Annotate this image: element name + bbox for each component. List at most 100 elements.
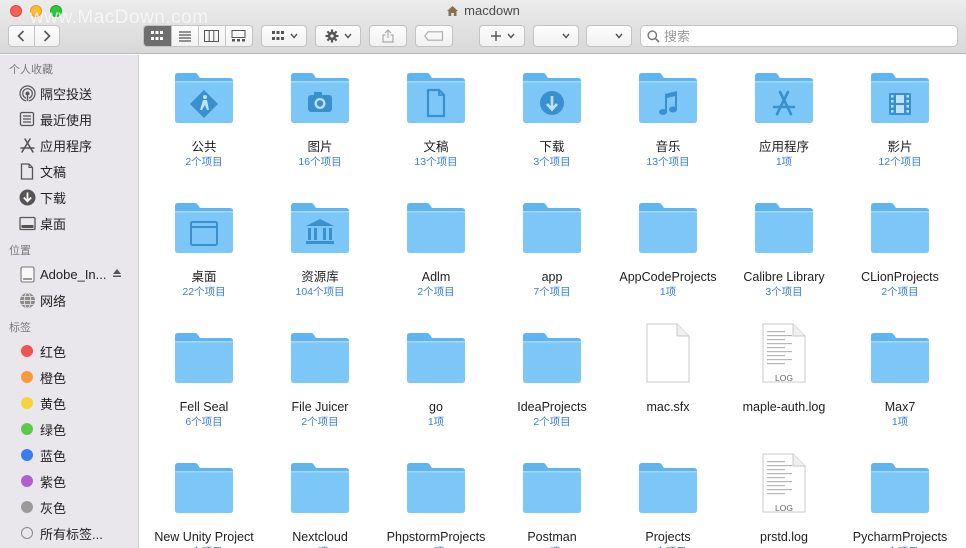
- folder-icon: [405, 198, 467, 259]
- action-menu-button[interactable]: [315, 25, 361, 47]
- forward-button[interactable]: [33, 26, 59, 46]
- folder-icon: [173, 198, 235, 259]
- new-item-button[interactable]: [479, 25, 525, 47]
- folder-item[interactable]: AppCodeProjects 1项: [610, 197, 726, 299]
- sidebar-item-applications[interactable]: 应用程序: [0, 132, 138, 158]
- folder-item[interactable]: PycharmProjects2个项目: [842, 457, 958, 548]
- list-view-button[interactable]: [170, 26, 198, 46]
- eject-icon[interactable]: [112, 268, 122, 281]
- item-name: 资源库: [301, 270, 339, 284]
- item-name: PhpstormProjects: [386, 530, 486, 544]
- item-name: Postman: [527, 530, 577, 544]
- folder-item[interactable]: Nextcloud1项: [262, 457, 378, 548]
- sidebar-item-label: 文稿: [40, 164, 67, 180]
- back-button[interactable]: [9, 26, 34, 46]
- edit-tags-button[interactable]: [415, 25, 453, 47]
- item-count: 1项: [659, 286, 677, 298]
- sidebar-tag-item[interactable]: 黄色: [0, 390, 138, 416]
- item-count: 2个项目: [533, 416, 571, 428]
- network-icon: [18, 291, 36, 309]
- folder-item[interactable]: 应用程序 1项: [726, 67, 842, 169]
- folder-item[interactable]: 资源库 104个项目: [262, 197, 378, 299]
- chevron-left-icon: [17, 30, 25, 42]
- folder-item[interactable]: Max7 1项: [842, 327, 958, 429]
- search-field[interactable]: [640, 25, 958, 47]
- chevron-down-icon: [615, 33, 623, 39]
- file-item[interactable]: LOG prstd.log: [726, 453, 842, 545]
- folder-item[interactable]: 公共 2个项目: [146, 67, 262, 169]
- sidebar-item-network[interactable]: 网络: [0, 287, 138, 313]
- icon-view-button[interactable]: [144, 26, 171, 46]
- file-item[interactable]: LOG maple-auth.log: [726, 323, 842, 415]
- folder-item[interactable]: Calibre Library 3个项目: [726, 197, 842, 299]
- item-count: 1项: [891, 416, 909, 428]
- folder-item[interactable]: 音乐 13个项目: [610, 67, 726, 169]
- folder-item[interactable]: Projects2个项目: [610, 457, 726, 548]
- sidebar-tag-item[interactable]: 绿色: [0, 416, 138, 442]
- sidebar-item-desktop[interactable]: 桌面: [0, 210, 138, 236]
- sidebar-tag-item[interactable]: 所有标签...: [0, 520, 138, 546]
- sidebar-tag-item[interactable]: 紫色: [0, 468, 138, 494]
- item-count: 2个项目: [417, 286, 455, 298]
- extension-menu-button-1[interactable]: [533, 25, 579, 47]
- folder-icon: [521, 198, 583, 259]
- folder-item[interactable]: Postman1项: [494, 457, 610, 548]
- tag-color-dot-icon: [18, 472, 36, 490]
- tag-color-dot-icon: [18, 498, 36, 516]
- sidebar-item-documents[interactable]: 文稿: [0, 158, 138, 184]
- item-count: 7个项目: [533, 286, 571, 298]
- sidebar-tag-item[interactable]: 橙色: [0, 364, 138, 390]
- item-name: Fell Seal: [179, 400, 229, 414]
- folder-item[interactable]: go 1项: [378, 327, 494, 429]
- file-item[interactable]: mac.sfx: [610, 323, 726, 415]
- column-view-button[interactable]: [197, 26, 225, 46]
- folder-item[interactable]: New Unity Project5个项目: [146, 457, 262, 548]
- folder-item[interactable]: 文稿 13个项目: [378, 67, 494, 169]
- folder-icon: [289, 198, 351, 259]
- folder-item[interactable]: File Juicer 2个项目: [262, 327, 378, 429]
- plus-icon: [490, 31, 501, 41]
- folder-item[interactable]: Adlm 2个项目: [378, 197, 494, 299]
- folder-item[interactable]: CLionProjects 2个项目: [842, 197, 958, 299]
- folder-item[interactable]: 图片 16个项目: [262, 67, 378, 169]
- sidebar-tag-item[interactable]: 灰色: [0, 494, 138, 520]
- extension-menu-button-2[interactable]: [586, 25, 632, 47]
- sidebar-item-downloads[interactable]: 下载: [0, 184, 138, 210]
- folder-icon: [637, 68, 699, 129]
- sidebar-item-label: 灰色: [40, 500, 67, 516]
- sidebar-item-adobe-disk[interactable]: Adobe_In...: [0, 261, 138, 287]
- item-name: 应用程序: [758, 140, 809, 154]
- item-count: 12个项目: [878, 156, 922, 168]
- sidebar-item-label: 应用程序: [40, 138, 93, 154]
- item-count: 6个项目: [185, 416, 223, 428]
- item-count: 13个项目: [646, 156, 690, 168]
- sidebar-item-label: 紫色: [40, 474, 67, 490]
- folder-item[interactable]: 下载 3个项目: [494, 67, 610, 169]
- column-view-icon: [204, 30, 220, 42]
- folder-item[interactable]: Fell Seal 6个项目: [146, 327, 262, 429]
- sidebar-item-recents[interactable]: 最近使用: [0, 106, 138, 132]
- sidebar-item-label: 隔空投送: [40, 86, 93, 102]
- sidebar-item-label: 所有标签...: [40, 526, 103, 542]
- folder-item[interactable]: 桌面 22个项目: [146, 197, 262, 299]
- share-button[interactable]: [369, 25, 407, 47]
- sidebar-tag-item[interactable]: 红色: [0, 338, 138, 364]
- sidebar-tag-item[interactable]: 蓝色: [0, 442, 138, 468]
- folder-item[interactable]: PhpstormProjects1项: [378, 457, 494, 548]
- gallery-view-button[interactable]: [224, 26, 252, 46]
- folder-icon: [173, 328, 235, 389]
- group-by-button[interactable]: [261, 25, 307, 47]
- folder-item[interactable]: 影片 12个项目: [842, 67, 958, 169]
- folder-item[interactable]: app 7个项目: [494, 197, 610, 299]
- tag-icon: [424, 31, 444, 41]
- home-folder-icon: [446, 5, 459, 20]
- airdrop-icon: [18, 84, 36, 102]
- folder-icon: [289, 68, 351, 129]
- search-input[interactable]: [664, 28, 944, 44]
- navigation-buttons: [8, 25, 60, 47]
- folder-item[interactable]: IdeaProjects 2个项目: [494, 327, 610, 429]
- recents-icon: [18, 110, 36, 128]
- chevron-right-icon: [43, 30, 51, 42]
- sidebar-item-airdrop[interactable]: 隔空投送: [0, 80, 138, 106]
- sidebar-section-header: 位置: [9, 245, 31, 257]
